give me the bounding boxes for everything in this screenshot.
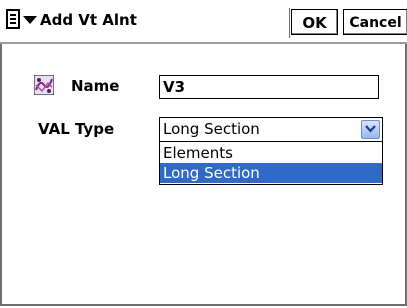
val-type-label: VAL Type: [38, 120, 115, 138]
cancel-button[interactable]: Cancel: [343, 9, 407, 35]
window-title: Add Vt Alnt: [40, 11, 137, 29]
val-type-selected: Long Section: [163, 120, 260, 138]
name-label: Name: [71, 77, 120, 95]
dropdown-button[interactable]: [361, 120, 380, 139]
name-field[interactable]: V3: [159, 75, 379, 99]
title-separator: [289, 8, 290, 38]
alignment-icon: [33, 74, 55, 96]
title-bar: Add Vt Alnt OK Cancel: [0, 0, 407, 44]
window-menu-button[interactable]: [6, 9, 40, 33]
option-elements[interactable]: Elements: [160, 143, 382, 163]
val-type-options-list: Elements Long Section: [159, 141, 383, 185]
menu-doc-icon: [6, 9, 20, 29]
chevron-down-icon: [365, 125, 376, 133]
menu-arrow-icon: [23, 16, 37, 24]
option-long-section[interactable]: Long Section: [160, 163, 382, 183]
val-type-select[interactable]: Long Section: [159, 117, 383, 142]
ok-button[interactable]: OK: [291, 9, 338, 35]
